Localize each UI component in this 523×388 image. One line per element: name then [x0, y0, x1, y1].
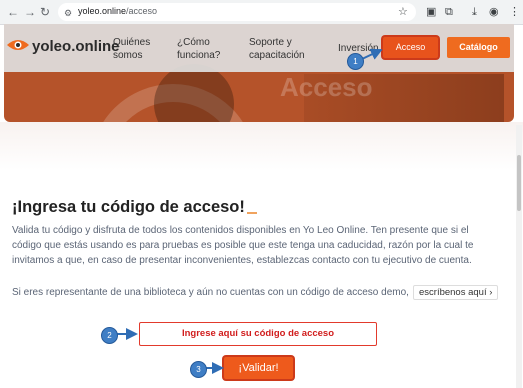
arrow-step-1 [361, 48, 383, 60]
step-2-callout: 2 [101, 327, 118, 344]
annotation-arrows [117, 48, 383, 374]
step-3-callout: 3 [190, 361, 207, 378]
step-1-callout: 1 [347, 53, 364, 70]
